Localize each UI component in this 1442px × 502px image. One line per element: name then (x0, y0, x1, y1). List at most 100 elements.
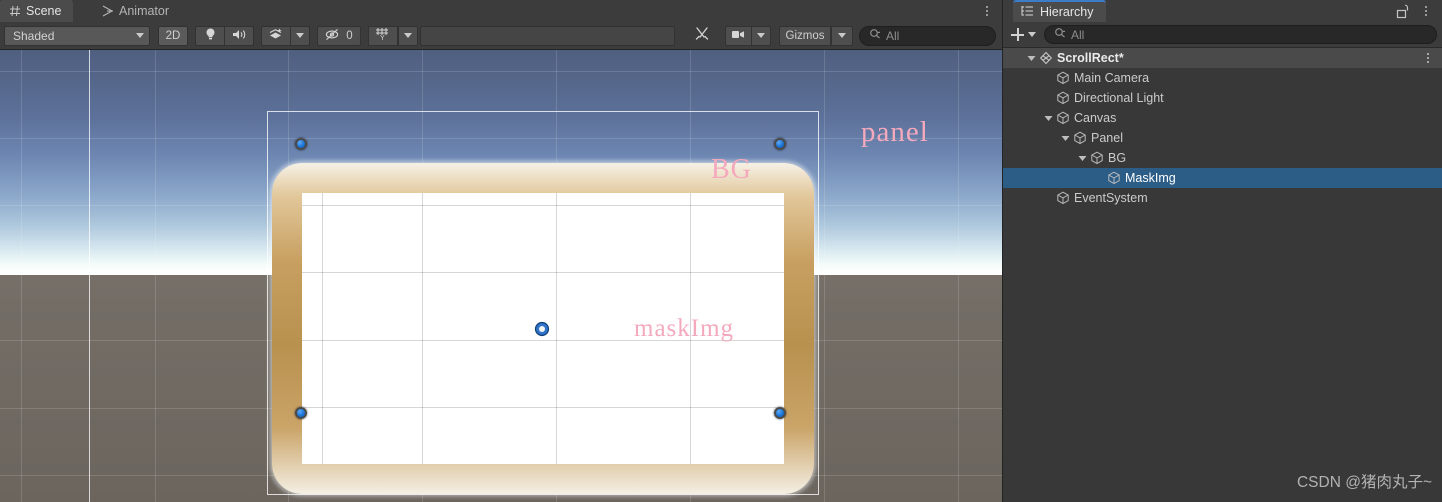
tab-scene[interactable]: Scene (0, 0, 74, 22)
mode-2d-label: 2D (165, 29, 181, 42)
anchor-handle-bottom-right[interactable] (774, 407, 786, 419)
gizmos-dropdown[interactable] (831, 25, 853, 46)
scene-kebab-menu[interactable] (980, 3, 994, 19)
svg-text:Y: Y (380, 35, 385, 41)
pivot-gizmo-handle[interactable] (531, 318, 553, 340)
chevron-down-icon (136, 33, 144, 38)
scene-label-maskimg: maskImg (634, 315, 735, 342)
shading-mode-dropdown[interactable]: Shaded (4, 25, 150, 46)
scene-grid-toggle[interactable]: Y (368, 25, 398, 46)
hierarchy-row-panel[interactable]: Panel (1003, 128, 1442, 148)
hierarchy-tab-bar: Hierarchy (1003, 0, 1442, 22)
scene-tab-bar: Scene Animator (0, 0, 1002, 22)
hidden-objects-toggle[interactable]: 0 (317, 25, 361, 46)
gameobject-cube-icon (1055, 91, 1070, 105)
hierarchy-row-label: MaskImg (1125, 171, 1176, 185)
hierarchy-row-label: EventSystem (1074, 191, 1148, 205)
effects-layers-icon (268, 27, 284, 44)
shading-mode-label: Shaded (13, 28, 55, 43)
chevron-down-icon[interactable] (1042, 112, 1055, 125)
grid-axis-y-icon: Y (375, 27, 391, 44)
toolbar-spacer-field (420, 25, 675, 46)
hierarchy-row-label: Directional Light (1074, 91, 1164, 105)
hierarchy-row-label: ScrollRect* (1057, 51, 1124, 65)
grid-hash-icon (9, 5, 21, 17)
gameobject-cube-icon (1106, 171, 1121, 185)
anchor-handle-top-right[interactable] (774, 138, 786, 150)
hierarchy-search-placeholder: All (1071, 27, 1085, 42)
chevron-down-icon[interactable] (1025, 52, 1038, 65)
chevron-down-icon (838, 33, 846, 38)
gameobject-cube-icon (1089, 151, 1104, 165)
tab-hierarchy-label: Hierarchy (1040, 5, 1094, 19)
gameobject-cube-icon (1072, 131, 1087, 145)
eye-slash-icon (325, 28, 341, 44)
hierarchy-row-directional-light[interactable]: Directional Light (1003, 88, 1442, 108)
hierarchy-row-main-camera[interactable]: Main Camera (1003, 68, 1442, 88)
gameobject-cube-icon (1055, 111, 1070, 125)
scene-tools-button[interactable] (687, 25, 717, 46)
speaker-icon (232, 28, 247, 44)
scene-fx-toggle[interactable] (261, 25, 291, 46)
gameobject-cube-icon (1055, 191, 1070, 205)
canvas-left-boundary (89, 50, 90, 502)
scene-grid-dropdown[interactable] (398, 25, 418, 46)
scene-audio-toggle[interactable] (224, 25, 254, 46)
chevron-down-icon (1028, 32, 1036, 37)
add-gameobject-button[interactable] (1009, 28, 1038, 41)
toggle-2d-button[interactable]: 2D (158, 25, 188, 46)
tab-scene-label: Scene (26, 4, 62, 18)
unity-editor-window: Scene Animator Shaded 2D 0 Y Gizmos All … (0, 0, 1442, 502)
plus-icon (1011, 28, 1024, 41)
hierarchy-row-bg[interactable]: BG (1003, 148, 1442, 168)
scene-camera-icon (731, 29, 746, 43)
animator-icon (102, 5, 114, 17)
hierarchy-kebab-menu[interactable] (1419, 3, 1433, 19)
watermark-text: CSDN @猪肉丸子~ (1296, 474, 1432, 491)
scene-camera-button[interactable] (725, 25, 752, 46)
lightbulb-icon (204, 27, 217, 44)
hierarchy-row-label: Canvas (1074, 111, 1117, 125)
hierarchy-search-input[interactable]: All (1044, 25, 1437, 44)
tab-animator-label: Animator (119, 4, 170, 18)
scene-camera-dropdown[interactable] (751, 25, 771, 46)
hierarchy-row-label: Main Camera (1074, 71, 1150, 85)
gameobject-cube-icon (1055, 71, 1070, 85)
hierarchy-list-icon (1021, 5, 1034, 20)
hierarchy-toolbar: All (1003, 22, 1442, 48)
chevron-down-icon (404, 33, 412, 38)
chevron-down-icon[interactable] (1059, 132, 1072, 145)
gizmos-label: Gizmos (785, 29, 825, 42)
scene-asset-icon (1038, 51, 1053, 65)
padlock-open-icon[interactable] (1396, 4, 1409, 24)
tools-wrench-icon (694, 26, 710, 45)
hierarchy-row-canvas[interactable]: Canvas (1003, 108, 1442, 128)
hierarchy-tree[interactable]: ScrollRect* Main Camera Directional Light C… (1003, 48, 1442, 502)
hierarchy-row-label: Panel (1091, 131, 1123, 145)
hierarchy-row-kebab-menu[interactable] (1422, 50, 1434, 65)
tab-hierarchy[interactable]: Hierarchy (1013, 0, 1106, 22)
search-icon (869, 28, 881, 43)
tab-animator[interactable]: Animator (93, 0, 182, 22)
anchor-handle-bottom-left[interactable] (295, 407, 307, 419)
scene-search-input[interactable]: All (859, 25, 996, 46)
hierarchy-row-maskimg[interactable]: MaskImg (1003, 168, 1442, 188)
scene-fx-dropdown[interactable] (290, 25, 310, 46)
scene-viewport[interactable]: panel BG maskImg (0, 50, 1002, 502)
scene-lighting-toggle[interactable] (195, 25, 225, 46)
scene-panel: Scene Animator Shaded 2D 0 Y Gizmos All … (0, 0, 1002, 502)
hierarchy-row-scrollrect[interactable]: ScrollRect* (1003, 48, 1442, 68)
hierarchy-row-eventsystem[interactable]: EventSystem (1003, 188, 1442, 208)
scene-search-placeholder: All (886, 28, 900, 43)
scene-toolbar: Shaded 2D 0 Y Gizmos All (0, 22, 1002, 50)
hidden-objects-count: 0 (346, 29, 353, 42)
scene-label-bg: BG (711, 154, 752, 185)
chevron-down-icon (757, 33, 765, 38)
hierarchy-row-label: BG (1108, 151, 1127, 165)
chevron-down-icon (296, 33, 304, 38)
scene-label-panel: panel (861, 116, 929, 148)
search-icon (1054, 27, 1066, 42)
anchor-handle-top-left[interactable] (295, 138, 307, 150)
gizmos-button[interactable]: Gizmos (779, 25, 831, 46)
chevron-down-icon[interactable] (1076, 152, 1089, 165)
